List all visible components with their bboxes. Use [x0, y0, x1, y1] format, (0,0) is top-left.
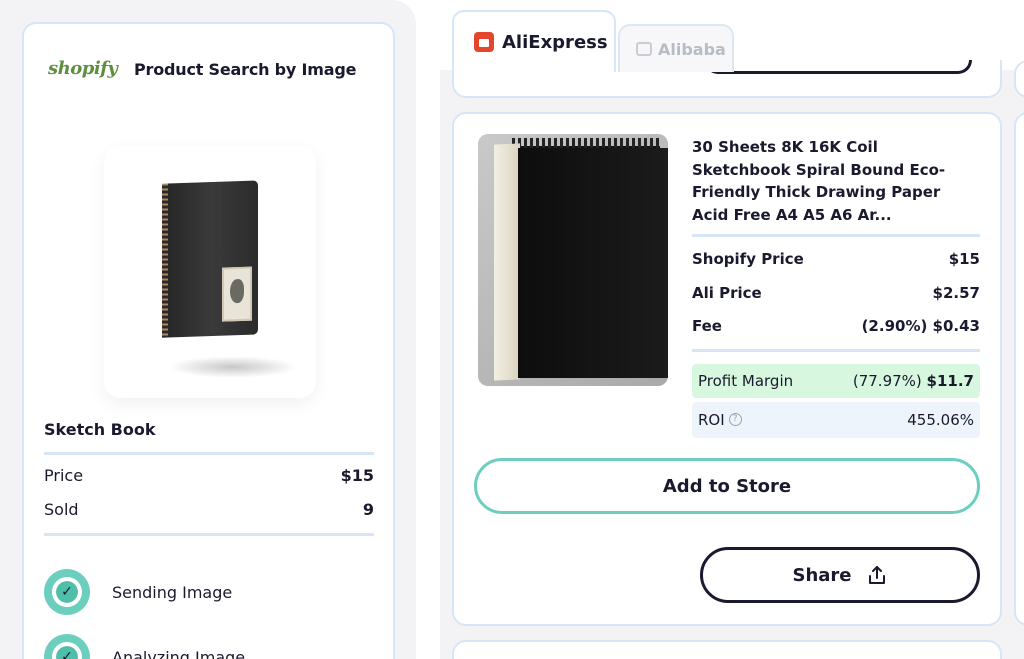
product-name: Sketch Book — [44, 420, 156, 439]
tab-label: Alibaba — [658, 39, 726, 59]
roi-row: ROI? 455.06% — [692, 402, 980, 438]
shopify-price-row: Shopify Price $15 — [692, 250, 980, 268]
check-icon: ✓ — [52, 642, 82, 659]
divider — [44, 533, 374, 536]
divider — [692, 234, 980, 237]
share-label: Share — [792, 564, 852, 586]
divider — [692, 349, 980, 352]
divider — [44, 452, 374, 455]
sold-value: 9 — [362, 500, 374, 519]
tab-aliexpress[interactable]: AliExpress — [452, 10, 616, 72]
roi-label-wrap: ROI? — [698, 411, 742, 429]
profit-value: $11.7 — [926, 372, 974, 390]
fee-label: Fee — [692, 317, 722, 335]
result-card: 30 Sheets 8K 16K Coil Sketchbook Spiral … — [452, 112, 1002, 626]
step-ring: ✓ — [44, 569, 90, 615]
step-ring: ✓ — [44, 634, 90, 659]
ali-price-value: $2.57 — [932, 284, 980, 302]
book-label — [222, 266, 252, 322]
alibaba-logo-icon — [636, 42, 652, 56]
roi-value: 455.06% — [907, 411, 974, 429]
profit-percent: (77.97%) — [852, 372, 922, 390]
spiral-binding — [162, 183, 168, 338]
sketchbook-cover — [518, 148, 668, 378]
app-title: Product Search by Image — [134, 60, 357, 79]
step-sending-image: ✓ Sending Image — [44, 569, 232, 615]
help-icon[interactable]: ? — [728, 413, 742, 426]
step-analyzing-image: ✓ Analyzing Image — [44, 634, 245, 659]
fee-row: Fee (2.90%) $0.43 — [692, 317, 980, 335]
book-shadow — [168, 356, 298, 378]
next-result-card — [452, 640, 1002, 659]
result-title[interactable]: 30 Sheets 8K 16K Coil Sketchbook Spiral … — [692, 136, 972, 226]
step-label: Sending Image — [112, 582, 233, 602]
aliexpress-logo-icon — [474, 32, 494, 52]
share-button[interactable]: Share — [700, 547, 980, 603]
result-product-image[interactable] — [478, 134, 668, 386]
profit-values: (77.97%) $11.7 — [853, 372, 974, 390]
share-icon — [868, 566, 885, 584]
price-label: Price — [44, 466, 84, 485]
sold-row: Sold 9 — [44, 500, 374, 519]
ali-price-row: Ali Price $2.57 — [692, 284, 980, 302]
sold-label: Sold — [44, 500, 79, 519]
add-to-store-button[interactable]: Add to Store — [474, 458, 980, 514]
side-card-edge — [1014, 112, 1024, 626]
paper-pages — [494, 143, 520, 381]
profit-margin-row: Profit Margin (77.97%) $11.7 — [692, 364, 980, 398]
spiral-rings — [512, 138, 662, 148]
ali-price-label: Ali Price — [692, 284, 762, 302]
shopify-price-value: $15 — [948, 250, 980, 268]
price-row: Price $15 — [44, 466, 374, 485]
shopify-price-label: Shopify Price — [692, 250, 804, 268]
price-value: $15 — [340, 466, 374, 485]
tab-label: AliExpress — [502, 31, 608, 53]
check-icon: ✓ — [52, 577, 82, 607]
tab-alibaba[interactable]: Alibaba — [618, 24, 734, 72]
fee-value: (2.90%) $0.43 — [861, 317, 980, 335]
product-panel: shopify Product Search by Image Sketch B… — [22, 22, 395, 659]
step-label: Analyzing Image — [112, 647, 246, 659]
shopify-logo: shopify — [48, 58, 118, 79]
previous-share-button[interactable] — [704, 60, 972, 74]
product-image — [104, 146, 316, 398]
roi-label: ROI — [698, 411, 725, 429]
profit-label: Profit Margin — [698, 372, 794, 390]
sketchbook-illustration — [162, 180, 258, 338]
